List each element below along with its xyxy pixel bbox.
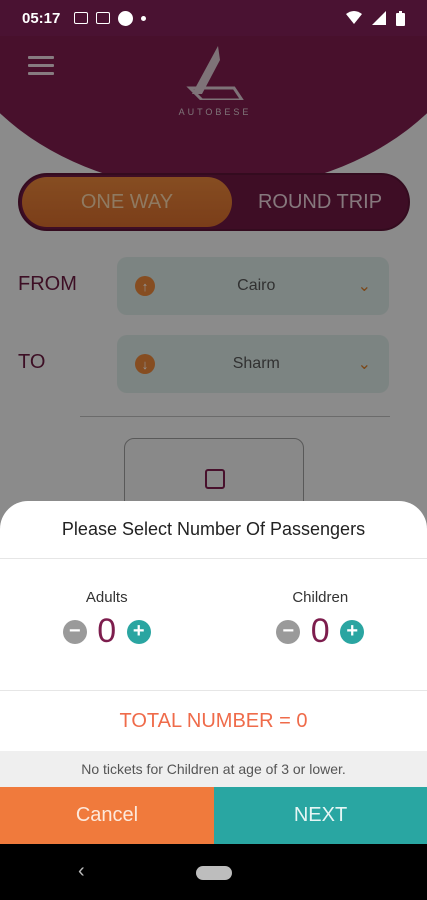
passengers-sheet: Please Select Number Of Passengers Adult… bbox=[0, 501, 427, 844]
notification-icon bbox=[74, 12, 89, 24]
status-system-icons bbox=[346, 10, 405, 26]
wifi-icon bbox=[346, 11, 362, 24]
adults-count: 0 bbox=[97, 612, 117, 650]
children-counter: Children − 0 + bbox=[214, 559, 427, 690]
home-icon[interactable] bbox=[196, 866, 232, 880]
sheet-actions: Cancel NEXT bbox=[0, 787, 427, 844]
facebook-icon bbox=[96, 12, 111, 24]
adults-plus-button[interactable]: + bbox=[126, 619, 151, 644]
children-label: Children bbox=[292, 589, 349, 606]
children-plus-button[interactable]: + bbox=[340, 619, 365, 644]
adults-label: Adults bbox=[85, 589, 128, 606]
signal-icon bbox=[372, 11, 386, 25]
dot-icon bbox=[141, 15, 147, 21]
adults-stepper: − 0 + bbox=[62, 612, 151, 651]
adults-minus-button[interactable]: − bbox=[62, 619, 87, 644]
children-age-note: No tickets for Children at age of 3 or l… bbox=[0, 751, 427, 787]
total-passengers: TOTAL NUMBER = 0 bbox=[119, 709, 308, 732]
children-count: 0 bbox=[310, 612, 330, 650]
adults-counter: Adults − 0 + bbox=[0, 559, 214, 690]
status-notifications bbox=[74, 10, 147, 26]
status-time: 05:17 bbox=[22, 9, 61, 27]
status-bar: 05:17 bbox=[0, 0, 427, 36]
sheet-title: Please Select Number Of Passengers bbox=[0, 501, 427, 559]
children-minus-button[interactable]: − bbox=[276, 619, 301, 644]
app-icon bbox=[118, 10, 134, 26]
battery-icon bbox=[396, 10, 405, 26]
children-stepper: − 0 + bbox=[276, 612, 365, 651]
next-button[interactable]: NEXT bbox=[214, 787, 427, 844]
back-icon[interactable]: ‹ bbox=[78, 860, 85, 883]
passenger-counters: Adults − 0 + Children − 0 + bbox=[0, 559, 427, 691]
cancel-button[interactable]: Cancel bbox=[0, 787, 214, 844]
system-nav-bar: ‹ bbox=[0, 844, 427, 900]
